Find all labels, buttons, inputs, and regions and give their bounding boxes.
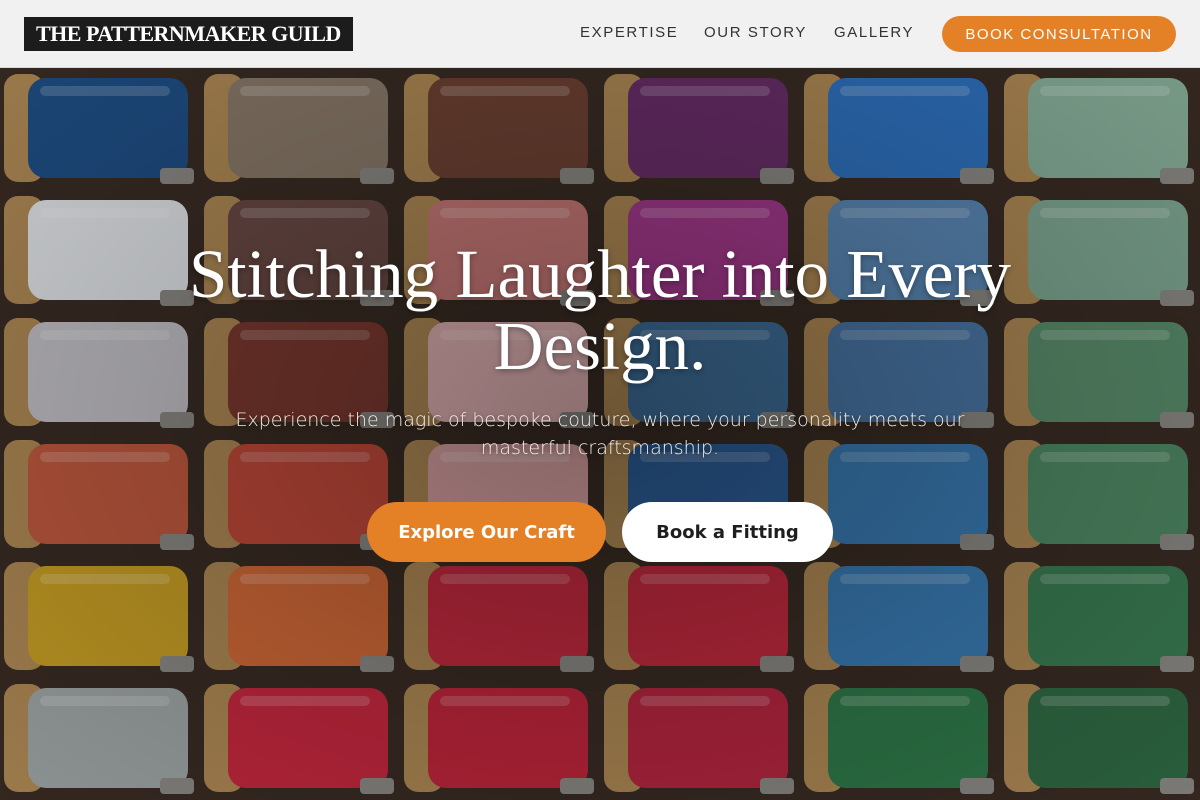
hero-subtitle: Experience the magic of bespoke couture,…: [235, 409, 965, 459]
hero-headline: Stitching Laughter into Every Design.: [188, 236, 1012, 384]
book-a-fitting-button[interactable]: Book a Fitting: [622, 502, 833, 562]
nav-expertise-link[interactable]: EXPERTISE: [580, 24, 678, 41]
nav-our-story-link[interactable]: OUR STORY: [704, 24, 807, 41]
nav-gallery-link[interactable]: GALLERY: [834, 24, 914, 41]
site-logo[interactable]: THE PATTERNMAKER GUILD: [24, 17, 353, 51]
site-header: THE PATTERNMAKER GUILD EXPERTISE OUR STO…: [0, 0, 1200, 68]
explore-our-craft-button[interactable]: Explore Our Craft: [367, 502, 606, 562]
book-consultation-button[interactable]: BOOK CONSULTATION: [942, 16, 1176, 52]
